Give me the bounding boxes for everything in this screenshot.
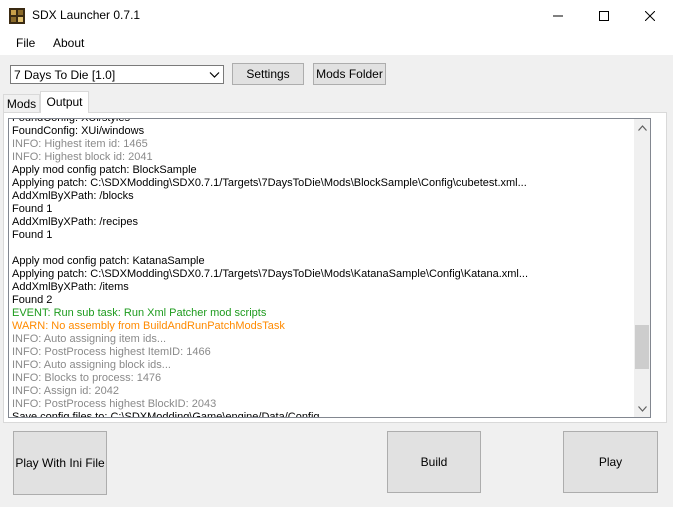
log-line: AddXmlByXPath: /blocks	[12, 190, 134, 202]
play-with-ini-file-button[interactable]: Play With Ini File	[13, 431, 107, 495]
log-line: INFO: Highest item id: 1465	[12, 138, 148, 150]
settings-button[interactable]: Settings	[232, 63, 304, 85]
tab-mods-label: Mods	[6, 97, 37, 111]
log-line: Apply mod config patch: KatanaSample	[12, 255, 205, 267]
minimize-button[interactable]	[535, 0, 581, 31]
mods-folder-button[interactable]: Mods Folder	[313, 63, 386, 85]
mods-folder-button-label: Mods Folder	[316, 67, 383, 81]
window-title: SDX Launcher 0.7.1	[32, 8, 141, 22]
log-line: Applying patch: C:\SDXModding\SDX0.7.1/T…	[12, 177, 527, 189]
scroll-up-button[interactable]	[634, 119, 650, 136]
scroll-down-button[interactable]	[634, 400, 650, 417]
menu-file[interactable]: File	[16, 36, 35, 50]
log-line: Found 1	[12, 203, 53, 215]
game-select-dropdown[interactable]: 7 Days To Die [1.0]	[10, 65, 224, 84]
log-line: EVENT: Run sub task: Run Xml Patcher mod…	[12, 307, 267, 319]
log-line: INFO: Blocks to process: 1476	[12, 372, 162, 384]
menu-about[interactable]: About	[53, 36, 84, 50]
minimize-icon	[553, 15, 563, 16]
build-button[interactable]: Build	[387, 431, 481, 493]
scroll-thumb[interactable]	[635, 324, 649, 369]
tab-output-label: Output	[46, 95, 83, 109]
play-button[interactable]: Play	[563, 431, 658, 493]
app-icon	[9, 8, 25, 24]
log-line: INFO: Highest block id: 2041	[12, 151, 153, 163]
play-button-label: Play	[598, 455, 623, 469]
log-line: INFO: Auto assigning block ids...	[12, 359, 171, 371]
title-bar: SDX Launcher 0.7.1	[0, 0, 673, 31]
log-line: INFO: PostProcess highest ItemID: 1466	[12, 346, 211, 358]
build-button-label: Build	[420, 455, 448, 469]
close-button[interactable]	[627, 0, 673, 31]
settings-button-label: Settings	[246, 67, 290, 81]
menu-bar: File About	[0, 31, 673, 55]
tab-output[interactable]: Output	[40, 91, 89, 113]
log-line: Found 2	[12, 294, 53, 306]
log-line: AddXmlByXPath: /items	[12, 281, 129, 293]
log-line: Applying patch: C:\SDXModding\SDX0.7.1/T…	[12, 268, 529, 280]
chevron-down-icon	[209, 72, 220, 78]
log-line: Found 1	[12, 229, 53, 241]
log-line: Save config files to: C:\SDXModding\Game…	[12, 411, 320, 418]
log-line: FoundConfig: XUi/styles	[12, 118, 130, 124]
chevron-up-icon	[637, 124, 647, 131]
log-line: FoundConfig: XUi/windows	[12, 125, 145, 137]
log-line: INFO: PostProcess highest BlockID: 2043	[12, 398, 217, 410]
log-line: AddXmlByXPath: /recipes	[12, 216, 138, 228]
maximize-icon	[599, 10, 609, 21]
chevron-down-icon	[637, 405, 647, 412]
log-line: WARN: No assembly from BuildAndRunPatchM…	[12, 320, 285, 332]
play-with-ini-file-label: Play With Ini File	[15, 456, 105, 470]
log-line: Apply mod config patch: BlockSample	[12, 164, 197, 176]
maximize-button[interactable]	[581, 0, 627, 31]
output-log[interactable]: FoundConfig: XUi/styles FoundConfig: XUi/…	[8, 118, 634, 418]
game-select-value: 7 Days To Die [1.0]	[14, 68, 116, 82]
tab-mods[interactable]: Mods	[3, 94, 40, 112]
log-scrollbar[interactable]	[634, 118, 651, 418]
output-log-content: FoundConfig: XUi/styles FoundConfig: XUi/…	[12, 118, 634, 418]
close-icon	[645, 10, 655, 21]
log-line: INFO: Auto assigning item ids...	[12, 333, 167, 345]
log-line: INFO: Assign id: 2042	[12, 385, 119, 397]
